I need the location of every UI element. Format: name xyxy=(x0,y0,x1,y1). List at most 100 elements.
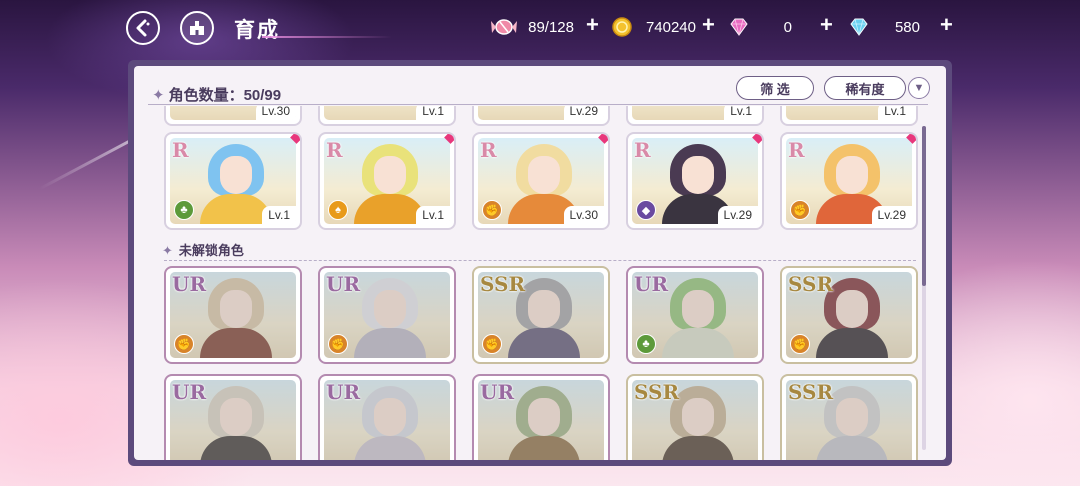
portrait-hair xyxy=(208,278,264,330)
character-card[interactable]: R ✊ Lv.30 xyxy=(472,132,610,230)
add-stamina-button[interactable]: + xyxy=(586,12,599,38)
sparkle-icon: ✦ xyxy=(152,87,165,104)
top-bar: 育成 89/128 + 740240 + 0 + 580 + xyxy=(0,0,1080,56)
page-title: 育成 xyxy=(234,19,280,42)
rarity-badge: R xyxy=(788,138,805,162)
portrait-face xyxy=(528,398,560,436)
blue-gem-value: 580 xyxy=(894,18,920,36)
locked-character-card[interactable]: UR xyxy=(164,374,302,460)
character-card[interactable]: R ◆ Lv.29 xyxy=(626,132,764,230)
rarity-badge: SSR xyxy=(480,272,526,296)
add-blue-gem-button[interactable]: + xyxy=(940,12,953,38)
pink-diamond-icon xyxy=(730,18,748,36)
portrait-hair xyxy=(208,386,264,438)
earth-element-icon: ✊ xyxy=(482,200,502,220)
level-label: Lv.29 xyxy=(717,206,758,224)
rarity-badge: SSR xyxy=(788,272,834,296)
portrait-outfit xyxy=(200,328,272,358)
locked-character-card[interactable]: UR ♣ xyxy=(626,266,764,364)
character-card[interactable]: Lv.1 xyxy=(626,106,764,126)
locked-character-card[interactable]: UR xyxy=(472,374,610,460)
character-card[interactable]: Lv.29 xyxy=(472,106,610,126)
level-label: Lv.29 xyxy=(871,206,912,224)
rarity-badge: UR xyxy=(326,380,361,404)
resource-gold: 740240 + xyxy=(612,12,715,39)
level-label: Lv.1 xyxy=(724,106,758,120)
locked-character-card[interactable]: SSR xyxy=(780,374,918,460)
coin-icon xyxy=(612,17,632,37)
character-card[interactable]: R ♠ Lv.1 xyxy=(318,132,456,230)
level-label: Lv.30 xyxy=(563,206,604,224)
portrait-outfit xyxy=(816,436,888,460)
sort-order-toggle[interactable]: ▼ xyxy=(908,77,930,99)
level-label: Lv.1 xyxy=(416,106,450,120)
scrollbar-thumb[interactable] xyxy=(922,126,926,286)
rarity-badge: R xyxy=(634,138,651,162)
portrait-face xyxy=(682,398,714,436)
portrait-hair xyxy=(670,278,726,330)
locked-character-card[interactable]: UR ✊ xyxy=(164,266,302,364)
level-label: Lv.1 xyxy=(878,106,912,120)
character-count: ✦ 角色数量：50/99 xyxy=(152,84,281,105)
rarity-badge: R xyxy=(480,138,497,162)
character-card[interactable]: Lv.30 xyxy=(164,106,302,126)
character-card[interactable]: R ✊ Lv.29 xyxy=(780,132,918,230)
title-decoration xyxy=(262,36,392,38)
add-pink-gem-button[interactable]: + xyxy=(820,12,833,38)
dark-element-icon: ◆ xyxy=(636,200,656,220)
portrait-face xyxy=(682,156,714,194)
character-card[interactable]: Lv.1 xyxy=(780,106,918,126)
level-label: Lv.30 xyxy=(255,106,296,120)
locked-character-card[interactable]: SSR xyxy=(626,374,764,460)
character-panel: ✦ 角色数量：50/99 筛 选 稀有度 ▼ Lv.30 Lv.1 Lv.29 Lv.1… xyxy=(128,60,952,466)
portrait-face xyxy=(836,398,868,436)
character-card[interactable]: Lv.1 xyxy=(318,106,456,126)
sparkle-icon: ✦ xyxy=(162,243,173,258)
portrait-hair xyxy=(516,386,572,438)
locked-section-text: 未解锁角色 xyxy=(178,243,244,258)
locked-character-card[interactable]: SSR ✊ xyxy=(780,266,918,364)
grass-element-icon: ♣ xyxy=(174,200,194,220)
locked-character-card[interactable]: SSR ✊ xyxy=(472,266,610,364)
portrait-outfit xyxy=(662,436,734,460)
locked-character-card[interactable]: UR ✊ xyxy=(318,266,456,364)
gold-value: 740240 xyxy=(645,18,696,36)
earth-element-icon: ✊ xyxy=(328,334,348,354)
resource-stamina: 89/128 + xyxy=(490,12,599,39)
portrait-face xyxy=(836,290,868,328)
portrait-outfit xyxy=(508,436,580,460)
portrait-face xyxy=(528,290,560,328)
fire-element-icon: ♠ xyxy=(328,200,348,220)
filter-button[interactable]: 筛 选 xyxy=(736,76,814,100)
locked-section-divider xyxy=(164,260,916,261)
portrait-outfit xyxy=(354,328,426,358)
rarity-badge: UR xyxy=(172,272,207,296)
castle-icon xyxy=(190,21,204,35)
earth-element-icon: ✊ xyxy=(174,334,194,354)
castle-home-button[interactable] xyxy=(180,11,214,45)
rarity-sort-button[interactable]: 稀有度 xyxy=(824,76,906,100)
pink-gem-value: 0 xyxy=(783,18,792,36)
portrait-face xyxy=(374,156,406,194)
portrait-face xyxy=(682,290,714,328)
rarity-badge: SSR xyxy=(634,380,680,404)
character-grid[interactable]: Lv.30 Lv.1 Lv.29 Lv.1 Lv.1 R ♣ Lv.1 R ♠ Lv.1 R ✊ Lv.… xyxy=(134,106,946,460)
stamina-value: 89/128 xyxy=(528,18,574,36)
locked-section-label: ✦ 未解锁角色 xyxy=(162,240,244,259)
portrait-face xyxy=(220,398,252,436)
level-label: Lv.1 xyxy=(262,206,296,224)
portrait-face xyxy=(374,398,406,436)
portrait-hair xyxy=(362,278,418,330)
rarity-badge: UR xyxy=(172,380,207,404)
character-panel-inner: ✦ 角色数量：50/99 筛 选 稀有度 ▼ Lv.30 Lv.1 Lv.29 Lv.1… xyxy=(134,66,946,460)
add-gold-button[interactable]: + xyxy=(702,12,715,38)
portrait-face xyxy=(528,156,560,194)
character-count-text: 角色数量：50/99 xyxy=(168,87,282,104)
back-button[interactable] xyxy=(126,11,160,45)
locked-character-card[interactable]: UR xyxy=(318,374,456,460)
level-label: Lv.29 xyxy=(563,106,604,120)
character-card[interactable]: R ♣ Lv.1 xyxy=(164,132,302,230)
rarity-badge: SSR xyxy=(788,380,834,404)
level-label: Lv.1 xyxy=(416,206,450,224)
portrait-face xyxy=(220,156,252,194)
